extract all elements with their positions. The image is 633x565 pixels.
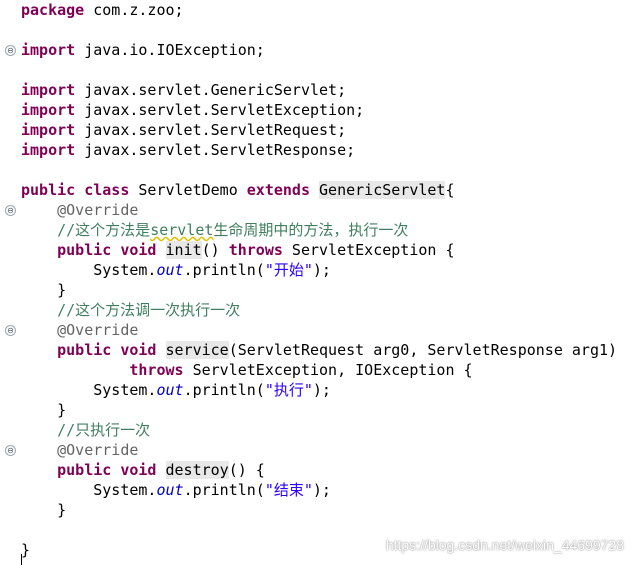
keyword: extends <box>246 181 310 199</box>
code-line-statement: System.out.println("结束"); <box>21 480 331 500</box>
code-line-brace: } <box>21 280 66 300</box>
code-line-method-service: public void service(ServletRequest arg0,… <box>21 340 617 360</box>
punctuation: ); <box>312 481 331 499</box>
code-line-import: import javax.servlet.ServletResponse; <box>21 140 355 160</box>
keyword: void <box>120 341 157 359</box>
punctuation: { <box>445 181 455 199</box>
string-literal: "开始" <box>264 261 313 279</box>
fold-init-icon[interactable]: ⊖ <box>5 205 16 216</box>
keyword: public <box>57 461 112 479</box>
string-literal: "结束" <box>264 481 313 499</box>
method-call: .println( <box>183 381 265 399</box>
code-line-method-destroy: public void destroy() { <box>21 460 265 480</box>
method-name: init <box>165 241 202 259</box>
keyword: import <box>21 141 76 159</box>
code-line-import: import javax.servlet.ServletException; <box>21 100 364 120</box>
code-line-annotation: @Override <box>21 200 138 220</box>
exception-types: ServletException, IOException { <box>183 361 473 379</box>
import-path: java.io.IOException; <box>75 41 265 59</box>
method-parameters: (ServletRequest arg0, ServletResponse ar… <box>228 341 618 359</box>
keyword: import <box>21 41 76 59</box>
closing-brace: } <box>57 281 67 299</box>
code-line-import: import javax.servlet.GenericServlet; <box>21 80 346 100</box>
annotation: @Override <box>57 441 139 459</box>
code-line-statement: System.out.println("开始"); <box>21 260 331 280</box>
comment: //这个方法是 <box>57 221 151 239</box>
keyword: void <box>120 241 157 259</box>
code-line-import: import javax.servlet.ServletRequest; <box>21 120 346 140</box>
code-line-method-init: public void init() throws ServletExcepti… <box>21 240 455 260</box>
watermark: https://blog.csdn.net/weixin_44699728 <box>385 537 624 553</box>
keyword: import <box>21 121 76 139</box>
method-name: service <box>165 341 229 359</box>
fold-service-icon[interactable]: ⊖ <box>5 325 16 336</box>
annotation: @Override <box>57 201 139 219</box>
editor-gutter <box>0 0 3 565</box>
class-ref: System. <box>93 481 157 499</box>
code-line-comment: //这个方法是servlet生命周期中的方法，执行一次 <box>21 220 408 240</box>
method-call: .println( <box>183 481 265 499</box>
class-ref: System. <box>93 261 157 279</box>
exception-type: ServletException { <box>282 241 455 259</box>
code-line-class-declaration: public class ServletDemo extends Generic… <box>21 180 455 200</box>
package-name: com.z.zoo; <box>84 1 184 19</box>
class-ref: System. <box>93 381 157 399</box>
keyword: void <box>120 461 157 479</box>
method-call: .println( <box>183 261 265 279</box>
code-line-brace: } <box>21 500 66 520</box>
parent-class-name: GenericServlet <box>319 181 446 199</box>
keyword: throws <box>129 361 184 379</box>
fold-destroy-icon[interactable]: ⊖ <box>5 445 16 456</box>
keyword: package <box>21 1 85 19</box>
import-path: javax.servlet.ServletRequest; <box>75 121 347 139</box>
comment-spellcheck-word: servlet <box>150 221 214 239</box>
punctuation: ); <box>312 261 331 279</box>
code-line-comment: //这个方法调一次执行一次 <box>21 300 240 320</box>
fold-imports-icon[interactable]: ⊖ <box>5 45 16 56</box>
code-line-brace: } <box>21 540 30 560</box>
import-path: javax.servlet.ServletException; <box>75 101 365 119</box>
punctuation: () { <box>228 461 265 479</box>
keyword: public <box>21 181 76 199</box>
code-line-statement: System.out.println("执行"); <box>21 380 331 400</box>
class-name: ServletDemo <box>129 181 247 199</box>
keyword: public <box>57 341 112 359</box>
punctuation: () <box>201 241 229 259</box>
string-literal: "执行" <box>264 381 313 399</box>
code-line-import: import java.io.IOException; <box>21 40 265 60</box>
code-line-throws: throws ServletException, IOException { <box>21 360 473 380</box>
import-path: javax.servlet.GenericServlet; <box>75 81 347 99</box>
keyword: import <box>21 81 76 99</box>
static-field: out <box>156 481 184 499</box>
keyword: import <box>21 101 76 119</box>
closing-brace: } <box>57 401 67 419</box>
comment: 生命周期中的方法，执行一次 <box>213 221 409 239</box>
text-caret <box>21 554 22 565</box>
annotation: @Override <box>57 321 139 339</box>
code-line-comment: //只执行一次 <box>21 420 150 440</box>
code-line-brace: } <box>21 400 66 420</box>
code-line-annotation: @Override <box>21 320 138 340</box>
code-line-annotation: @Override <box>21 440 138 460</box>
code-line-package: package com.z.zoo; <box>21 0 184 20</box>
closing-brace: } <box>57 501 67 519</box>
code-editor[interactable]: ⊖ ⊖ ⊖ ⊖ package com.z.zoo; import java.i… <box>0 0 633 565</box>
static-field: out <box>156 261 184 279</box>
comment: //这个方法调一次执行一次 <box>57 301 241 319</box>
closing-brace: } <box>21 541 31 559</box>
keyword: throws <box>228 241 283 259</box>
import-path: javax.servlet.ServletResponse; <box>75 141 356 159</box>
static-field: out <box>156 381 184 399</box>
keyword: public <box>57 241 112 259</box>
method-name: destroy <box>165 461 229 479</box>
comment: //只执行一次 <box>57 421 151 439</box>
keyword: class <box>84 181 130 199</box>
punctuation: ); <box>312 381 331 399</box>
